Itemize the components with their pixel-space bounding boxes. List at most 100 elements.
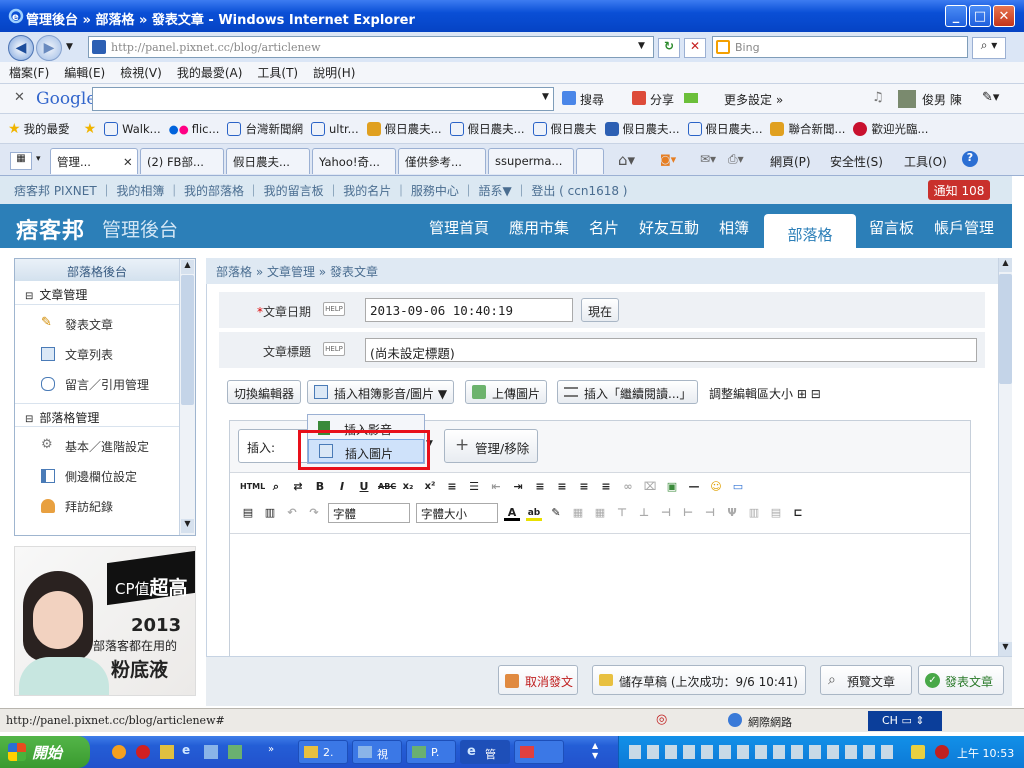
ime-indicator[interactable]: CH ▭ ⇕ — [868, 711, 942, 731]
google-search-input[interactable] — [92, 87, 554, 111]
new-tab-button[interactable] — [576, 148, 604, 174]
sidebar-item-settings[interactable]: ⚙ 基本／進階設定 — [15, 431, 179, 461]
search-icon[interactable]: ⌕ ▾ — [972, 37, 1006, 59]
redo-icon[interactable]: ↷ — [306, 505, 322, 521]
close-tab-icon[interactable]: ✕ — [123, 155, 133, 169]
image-insert-icon[interactable]: ▣ — [664, 479, 680, 495]
highlight-color-icon[interactable]: ab — [526, 505, 542, 521]
tools-menu[interactable]: 工具(O) — [904, 153, 947, 170]
bell-icon[interactable]: ♫ — [872, 90, 884, 105]
add-favorite-icon[interactable]: ★ — [84, 121, 97, 137]
menu-edit[interactable]: 編輯(E) — [64, 64, 105, 81]
collapse-icon[interactable]: ⊟ — [25, 414, 33, 425]
link-icon[interactable]: ∞ — [620, 479, 636, 495]
publish-button[interactable]: ✓ 發表文章 — [918, 665, 1004, 695]
italic-icon[interactable]: I — [334, 479, 350, 495]
fav-item-news[interactable]: 台灣新聞網 — [227, 121, 303, 137]
address-input[interactable]: http://panel.pixnet.cc/blog/articlenew — [88, 36, 654, 58]
task-folder[interactable]: 2. — [298, 740, 348, 764]
task-app[interactable] — [514, 740, 564, 764]
google-dropdown-icon[interactable]: ▼ — [542, 92, 549, 102]
google-user-name[interactable]: 俊男 陳 — [922, 91, 962, 108]
table-icon[interactable]: ▦ — [570, 505, 586, 521]
recent-pages-icon[interactable]: ▼ — [66, 42, 73, 52]
quicklaunch-ie-icon[interactable]: e — [182, 743, 190, 757]
unordered-list-icon[interactable]: ☰ — [466, 479, 482, 495]
start-button[interactable]: 開始 — [0, 736, 90, 768]
menu-tools[interactable]: 工具(T) — [257, 64, 298, 81]
sidebar-section-articles[interactable]: ⊟ 文章管理 — [15, 281, 179, 305]
col-after-icon[interactable]: ⊣ — [702, 505, 718, 521]
tab-pixnet-admin[interactable]: 管理... ✕ — [50, 148, 138, 174]
print-icon[interactable]: ⎙▾ — [728, 152, 744, 167]
find-icon[interactable]: ⌕ — [268, 479, 284, 495]
fav-item-ultr[interactable]: ultr... — [310, 121, 359, 136]
date-input[interactable]: 2013-09-06 10:40:19 — [365, 298, 573, 322]
favorites-button[interactable]: ★ 我的最愛 — [8, 121, 70, 137]
manage-remove-button[interactable]: + 管理/移除 — [444, 429, 539, 463]
menu-favorites[interactable]: 我的最愛(A) — [177, 64, 243, 81]
underline-icon[interactable]: U — [356, 479, 372, 495]
emoticon-icon[interactable]: ☺ — [708, 479, 724, 495]
help-icon[interactable]: ? — [962, 151, 978, 167]
tab-list-icon[interactable]: ▾ — [36, 154, 41, 164]
fav-item-flickr[interactable]: ● ● flic... — [169, 122, 220, 136]
fav-item-walk[interactable]: Walk... — [104, 121, 161, 136]
scroll-down-icon[interactable]: ▼ — [999, 642, 1012, 656]
scroll-up-icon[interactable]: ▲ — [999, 258, 1012, 272]
home-icon[interactable]: ⌂▾ — [618, 151, 635, 169]
close-button[interactable]: ✕ — [993, 5, 1015, 27]
advertisement[interactable]: CP值超高 2013 部落客都在用的 粉底液 — [14, 546, 196, 696]
safety-menu[interactable]: 安全性(S) — [830, 153, 883, 170]
now-button[interactable]: 現在 — [581, 298, 620, 322]
unlink-icon[interactable]: ⌧ — [642, 479, 658, 495]
paste-text-icon[interactable]: ▤ — [240, 505, 256, 521]
font-family-select[interactable]: 字體 — [328, 503, 410, 523]
menu-file[interactable]: 檔案(F) — [9, 64, 49, 81]
tray-icons[interactable] — [629, 745, 899, 759]
sidebar-item-post-list[interactable]: 文章列表 — [15, 339, 179, 369]
quicklaunch-firefox-icon[interactable] — [112, 745, 126, 759]
cancel-post-button[interactable]: 取消發文 — [498, 665, 578, 695]
nav-album[interactable]: 相簿 — [719, 217, 749, 238]
taskbar-scroll-icon[interactable]: ▲ ▼ — [592, 741, 598, 761]
sidebar-item-comments[interactable]: 留言／引用管理 — [15, 369, 179, 399]
sidebar-scrollbar[interactable]: ▲ ▼ — [179, 259, 195, 535]
mail-icon[interactable]: ✉▾ — [700, 152, 716, 166]
bold-icon[interactable]: B — [312, 479, 328, 495]
minimize-button[interactable]: _ — [945, 5, 967, 27]
switch-editor-button[interactable]: 切換編輯器 — [227, 380, 302, 404]
quicklaunch-more-icon[interactable]: » — [268, 744, 274, 755]
quicklaunch-desktop-icon[interactable] — [228, 745, 242, 759]
align-center-icon[interactable]: ≡ — [554, 479, 570, 495]
sidebar-item-visitors[interactable]: 拜訪紀錄 — [15, 491, 179, 521]
nav-app-market[interactable]: 應用市集 — [509, 217, 569, 238]
tab-yahoo[interactable]: Yahoo!奇... — [312, 148, 396, 174]
scroll-up-icon[interactable]: ▲ — [181, 260, 194, 274]
paste-word-icon[interactable]: ▥ — [262, 505, 278, 521]
expand-icon[interactable]: ⊞ — [797, 387, 807, 401]
tab-fb[interactable]: (2) FB部... — [140, 148, 224, 174]
subscript-icon[interactable]: x₂ — [400, 479, 416, 495]
horizontal-rule-icon[interactable]: — — [686, 479, 702, 495]
nav-guestbook[interactable]: 留言板 — [869, 217, 914, 238]
outdent-icon[interactable]: ⇤ — [488, 479, 504, 495]
insert-media-button[interactable]: 插入相簿影音/圖片 ▼ — [307, 380, 455, 404]
task-paint[interactable]: P. — [406, 740, 456, 764]
fav-item-farmer-4[interactable]: 假日農夫... — [604, 121, 680, 137]
breadcrumb[interactable]: 部落格 » 文章管理 » 發表文章 — [206, 258, 998, 284]
nav-namecard[interactable]: 名片 — [589, 217, 619, 238]
upload-image-button[interactable]: 上傳圖片 — [465, 380, 548, 404]
menu-view[interactable]: 檢視(V) — [120, 64, 162, 81]
refresh-icon[interactable]: ↻ — [658, 38, 680, 58]
nav-account[interactable]: 帳戶管理 — [934, 217, 994, 238]
page-break-icon[interactable]: ⊏ — [790, 505, 806, 521]
row-after-icon[interactable]: ⊥ — [636, 505, 652, 521]
maximize-button[interactable]: □ — [969, 5, 991, 27]
forward-button[interactable]: ▶ — [36, 35, 62, 61]
back-button[interactable]: ◀ — [8, 35, 34, 61]
sidebar-item-widgets[interactable]: 側邊欄位設定 — [15, 461, 179, 491]
quicklaunch-explorer-icon[interactable] — [204, 745, 218, 759]
address-dropdown-icon[interactable]: ▼ — [638, 41, 645, 51]
title-help-icon[interactable]: HELP — [323, 342, 345, 356]
